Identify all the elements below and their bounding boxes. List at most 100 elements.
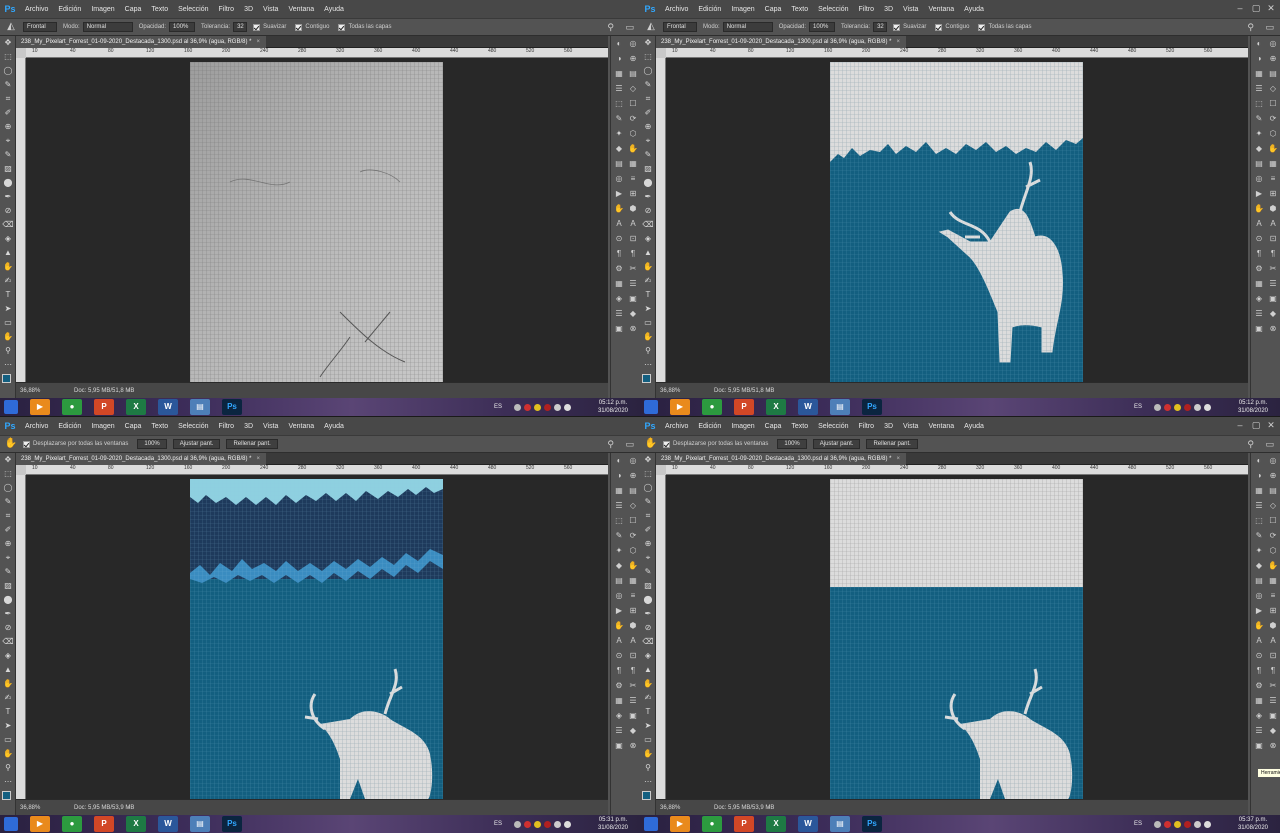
horizontal-ruler[interactable]: 10 40 80 120 160 200 240 280 320 360 400 440 480 520 5… — [666, 465, 1248, 475]
dodge-icon[interactable]: ⌫ — [0, 635, 16, 649]
panel-icon-a6[interactable]: ✦ — [612, 543, 626, 558]
history-brush-icon[interactable]: ▨ — [640, 162, 656, 176]
tray-icon[interactable] — [564, 820, 571, 828]
menu-item-7[interactable]: 3D — [879, 6, 898, 13]
tray-icon[interactable] — [514, 403, 521, 411]
tab-close-icon[interactable]: × — [896, 456, 900, 462]
panel-icon-a18[interactable]: ☰ — [612, 723, 626, 738]
panel-icon-b12[interactable]: A — [626, 633, 640, 648]
tray-icon[interactable] — [1204, 820, 1211, 828]
panel-icon-a1[interactable]: ◑ — [1252, 468, 1266, 483]
panel-icon-b16[interactable]: ☰ — [626, 693, 640, 708]
panel-icon-a16[interactable]: ▦ — [1252, 276, 1266, 291]
status-menu-arrow-icon[interactable]: › — [768, 383, 770, 399]
opacity-input[interactable]: 100% — [809, 22, 836, 32]
lasso-icon[interactable]: ◯ — [640, 481, 656, 495]
panel-icon-a14[interactable]: ¶ — [612, 246, 626, 261]
panel-icon-a17[interactable]: ◈ — [612, 291, 626, 306]
tray-icon[interactable] — [554, 820, 561, 828]
panel-icon-b5[interactable]: ⟳ — [626, 528, 640, 543]
panel-icon-a14[interactable]: ¶ — [1252, 246, 1266, 261]
panel-icon-b5[interactable]: ⟳ — [626, 111, 640, 126]
menu-item-9[interactable]: Ventana — [283, 423, 319, 430]
move-icon[interactable]: ✥ — [640, 453, 656, 467]
menu-item-2[interactable]: Imagen — [726, 6, 759, 13]
panel-icon-b6[interactable]: ⬡ — [626, 543, 640, 558]
hand-tool-option-icon[interactable]: ✋ — [643, 437, 659, 451]
menu-item-4[interactable]: Texto — [786, 6, 813, 13]
history-brush-icon[interactable]: ▨ — [0, 579, 16, 593]
panel-icon-b2[interactable]: ▤ — [626, 66, 640, 81]
panel-icon-b9[interactable]: ≡ — [626, 588, 640, 603]
tray-icon[interactable] — [544, 820, 551, 828]
tray-icon[interactable] — [514, 820, 521, 828]
panel-icon-b10[interactable]: ⊞ — [1266, 603, 1280, 618]
panel-icon-a16[interactable]: ▦ — [612, 276, 626, 291]
ruler-origin[interactable] — [16, 48, 26, 58]
paint-bucket-tool-icon[interactable]: ◭ — [3, 20, 19, 34]
panel-icon-b18[interactable]: ◆ — [626, 723, 640, 738]
canvas-workspace[interactable] — [26, 58, 608, 382]
panel-icon-b18[interactable]: ◆ — [1266, 723, 1280, 738]
panel-icon-b3[interactable]: ◇ — [626, 498, 640, 513]
panel-icon-b7[interactable]: ✋ — [1266, 558, 1280, 573]
panel-icon-a7[interactable]: ◆ — [1252, 558, 1266, 573]
panel-icon-a12[interactable]: A — [1252, 216, 1266, 231]
panel-icon-b13[interactable]: ⊡ — [1266, 231, 1280, 246]
panel-icon-b10[interactable]: ⊞ — [626, 186, 640, 201]
dodge-icon[interactable]: ⌫ — [640, 218, 656, 232]
menu-item-8[interactable]: Vista — [258, 423, 283, 430]
eraser-icon[interactable]: ⬤ — [0, 593, 16, 607]
zoom-level[interactable]: 36,88% — [20, 383, 40, 399]
option-check-1[interactable]: Contiguo — [935, 23, 972, 31]
artboard[interactable] — [830, 479, 1083, 799]
zoom-icon[interactable]: ⚲ — [640, 344, 656, 358]
checkbox-icon[interactable] — [295, 23, 303, 31]
hand-tool-icon[interactable]: ✋ — [640, 330, 656, 344]
panel-icon-a19[interactable]: ▣ — [1252, 321, 1266, 336]
smudge-icon[interactable]: ✍ — [640, 691, 656, 705]
view-button-0[interactable]: 100% — [777, 439, 807, 449]
hand-tool-option-icon[interactable]: ✋ — [3, 437, 19, 451]
panel-icon-b14[interactable]: ¶ — [626, 663, 640, 678]
panel-icon-a16[interactable]: ▦ — [612, 693, 626, 708]
panel-icon-a15[interactable]: ⚙ — [612, 261, 626, 276]
brush-icon[interactable]: ⌖ — [640, 551, 656, 565]
windows-start-icon[interactable] — [4, 817, 18, 831]
more-tools-icon[interactable]: ⋯ — [0, 358, 16, 372]
media-player-icon[interactable]: ▶ — [670, 399, 690, 415]
marquee-icon[interactable]: ⬚ — [0, 467, 16, 481]
panel-icon-b18[interactable]: ◆ — [626, 306, 640, 321]
panel-icon-b19[interactable]: ⊗ — [626, 321, 640, 336]
panel-icon-b1[interactable]: ⊕ — [626, 468, 640, 483]
panel-icon-b9[interactable]: ≡ — [1266, 588, 1280, 603]
panel-icon-b13[interactable]: ⊡ — [1266, 648, 1280, 663]
panel-icon-b16[interactable]: ☰ — [626, 276, 640, 291]
fill-source-select[interactable]: Frontal — [663, 22, 697, 32]
powerpoint-icon[interactable]: P — [94, 816, 114, 832]
panel-icon-b16[interactable]: ☰ — [1266, 276, 1280, 291]
scroll-all-windows-check[interactable]: Desplazarse por todas las ventanas — [23, 440, 131, 448]
hand-icon[interactable]: ✋ — [0, 677, 16, 691]
eraser-icon[interactable]: ⬤ — [640, 176, 656, 190]
shape-icon[interactable]: ▭ — [0, 733, 16, 747]
bucket-icon[interactable]: ✒ — [0, 607, 16, 621]
notes-icon[interactable]: ▤ — [830, 399, 850, 415]
panel-icon-a10[interactable]: ▶ — [612, 603, 626, 618]
horizontal-ruler[interactable]: 10 40 80 120 160 200 240 280 320 360 400 440 480 520 5… — [26, 48, 608, 58]
horizontal-ruler[interactable]: 10 40 80 120 160 200 240 280 320 360 400 440 480 520 5… — [26, 465, 608, 475]
panel-icon-b11[interactable]: ⬢ — [626, 618, 640, 633]
panel-icon-b3[interactable]: ◇ — [626, 81, 640, 96]
panel-icon-b9[interactable]: ≡ — [1266, 171, 1280, 186]
panel-icon-b3[interactable]: ◇ — [1266, 498, 1280, 513]
panel-icon-b15[interactable]: ✂ — [626, 678, 640, 693]
path-icon[interactable]: ▲ — [0, 246, 16, 260]
text-icon[interactable]: T — [640, 288, 656, 302]
canvas-workspace[interactable] — [26, 475, 608, 799]
panel-icon-a7[interactable]: ◆ — [612, 558, 626, 573]
panel-icon-a3[interactable]: ☰ — [1252, 498, 1266, 513]
excel-icon[interactable]: X — [126, 399, 146, 415]
healing-icon[interactable]: ⊕ — [0, 537, 16, 551]
menu-item-3[interactable]: Capa — [120, 6, 147, 13]
smudge-icon[interactable]: ✍ — [0, 274, 16, 288]
